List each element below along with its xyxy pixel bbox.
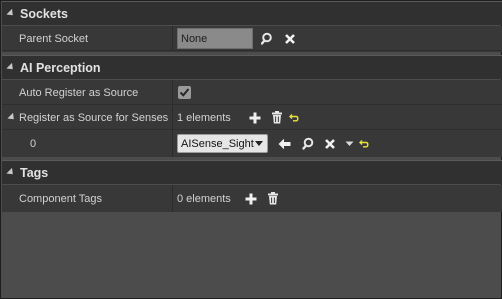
property-label: Parent Socket: [19, 32, 89, 45]
chevron-down-icon: [255, 141, 263, 146]
column-splitter[interactable]: [172, 80, 173, 104]
element-count: 1 elements: [177, 111, 231, 124]
property-value: AISense_Sight: [177, 130, 371, 157]
sense-class-combo[interactable]: AISense_Sight: [177, 134, 268, 153]
reset-to-default-icon[interactable]: [287, 108, 301, 128]
close-icon[interactable]: [280, 29, 300, 49]
collapse-arrow-icon[interactable]: [6, 62, 16, 73]
reset-to-default-icon[interactable]: [357, 134, 371, 154]
category-title: Sockets: [20, 6, 68, 21]
sockets-section: Parent Socket None: [2, 26, 502, 52]
property-value: [177, 80, 191, 105]
tags-section: Component Tags 0 elements: [2, 185, 502, 212]
plus-icon[interactable]: [241, 189, 261, 209]
property-label: Register as Source for Senses: [19, 111, 169, 124]
category-title: Tags: [20, 165, 49, 180]
search-icon[interactable]: [298, 134, 318, 154]
auto-register-checkbox[interactable]: [178, 86, 191, 99]
details-panel: Sockets Parent Socket None AI Perception…: [0, 0, 502, 299]
property-row-parent-socket: Parent Socket None: [2, 26, 502, 51]
property-row-register-senses: Register as Source for Senses 1 elements: [2, 105, 502, 130]
array-element-row-0: 0 AISense_Sight: [2, 130, 502, 157]
property-label: Auto Register as Source: [19, 86, 139, 99]
trash-icon[interactable]: [263, 189, 283, 209]
checkmark-icon: [179, 88, 190, 97]
column-splitter[interactable]: [172, 185, 173, 212]
ai-perception-section: Auto Register as Source Register as Sour…: [2, 80, 502, 157]
column-splitter[interactable]: [172, 105, 173, 129]
search-icon[interactable]: [258, 29, 278, 49]
category-header-ai-perception[interactable]: AI Perception: [2, 55, 502, 79]
category-header-sockets[interactable]: Sockets: [2, 1, 502, 25]
collapse-arrow-icon[interactable]: [6, 8, 16, 19]
column-splitter[interactable]: [172, 130, 173, 157]
property-row-auto-register: Auto Register as Source: [2, 80, 502, 105]
plus-icon[interactable]: [245, 108, 265, 128]
chevron-down-icon[interactable]: [341, 134, 357, 154]
element-count: 0 elements: [177, 192, 231, 205]
trash-icon[interactable]: [267, 108, 287, 128]
collapse-arrow-icon[interactable]: [6, 167, 16, 178]
column-splitter[interactable]: [172, 26, 173, 50]
arrow-left-icon[interactable]: [274, 134, 294, 154]
property-value: 0 elements: [177, 185, 283, 212]
property-value: None: [177, 26, 300, 51]
expand-arrow-icon[interactable]: [7, 112, 17, 123]
close-icon[interactable]: [320, 134, 340, 154]
property-label: Component Tags: [19, 192, 102, 205]
category-title: AI Perception: [20, 60, 101, 75]
property-row-component-tags: Component Tags 0 elements: [2, 185, 502, 212]
property-value: 1 elements: [177, 105, 301, 130]
category-header-tags[interactable]: Tags: [2, 160, 502, 184]
parent-socket-field[interactable]: None: [177, 28, 253, 49]
combo-selected-value: AISense_Sight: [181, 137, 254, 150]
element-index: 0: [30, 137, 37, 150]
